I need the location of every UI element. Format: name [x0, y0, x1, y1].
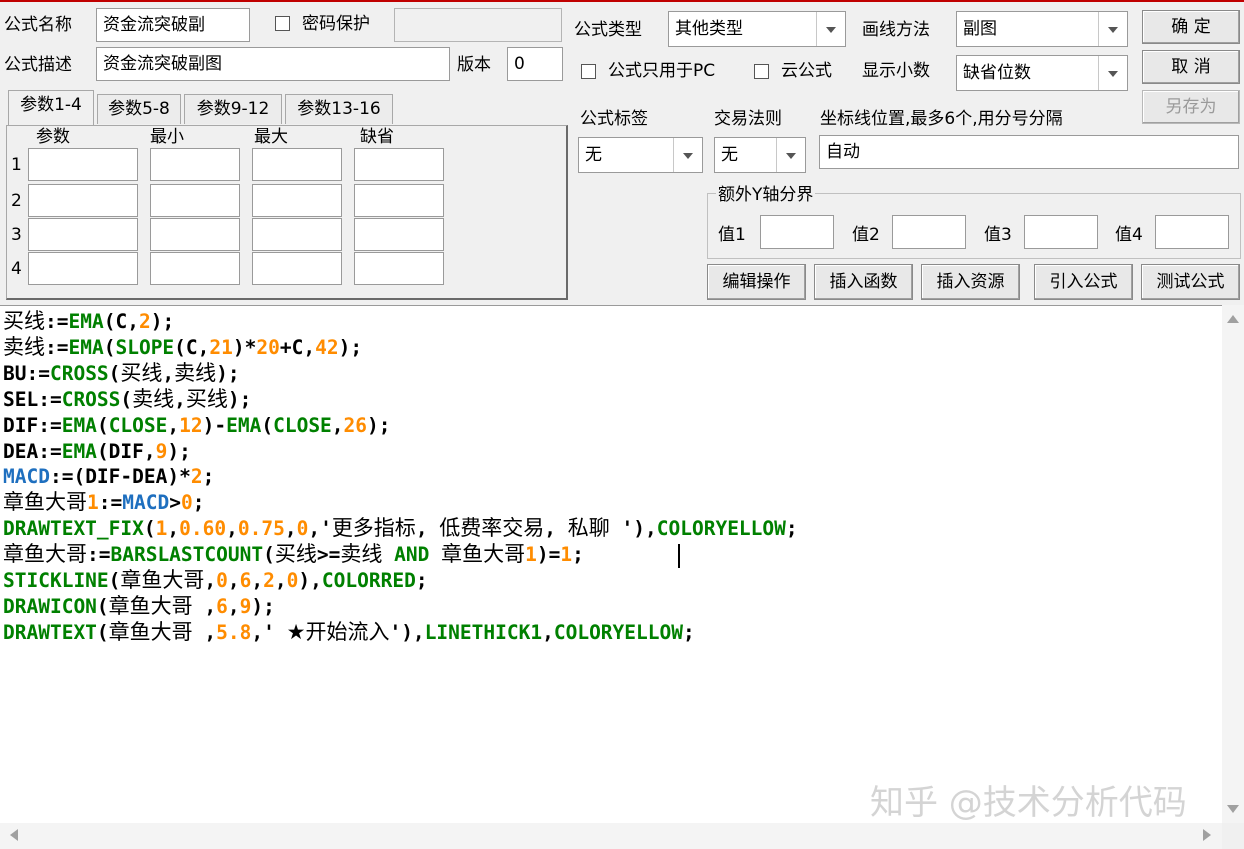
value1-label: 值1 — [718, 225, 746, 245]
value4-input[interactable] — [1155, 215, 1229, 249]
decimals-label: 显示小数 — [862, 61, 930, 81]
password-input — [394, 8, 562, 42]
value2-label: 值2 — [852, 225, 880, 245]
chevron-down-icon[interactable] — [673, 138, 702, 172]
pc-only-checkbox[interactable] — [581, 64, 596, 79]
formula-tag-label: 公式标签 — [580, 109, 648, 129]
param-1-name-input[interactable] — [28, 148, 138, 181]
formula-tag-value: 无 — [585, 145, 602, 165]
tab-params-5-8[interactable]: 参数5-8 — [97, 94, 181, 124]
formula-desc-label: 公式描述 — [4, 55, 72, 75]
param-4-max-input[interactable] — [252, 252, 342, 285]
password-label: 密码保护 — [302, 14, 370, 34]
scroll-up-icon[interactable] — [1227, 315, 1239, 323]
draw-method-value: 副图 — [963, 19, 997, 39]
ok-button[interactable]: 确 定 — [1142, 10, 1240, 44]
import-formula-button[interactable]: 引入公式 — [1034, 264, 1133, 300]
code-editor[interactable]: 买线:=EMA(C,2); 卖线:=EMA(SLOPE(C,21)*20+C,4… — [0, 305, 1244, 849]
text-cursor — [678, 544, 680, 568]
param-row-number: 2 — [11, 191, 22, 211]
value1-input[interactable] — [760, 215, 834, 249]
vertical-scrollbar[interactable] — [1222, 305, 1244, 823]
formula-tag-select[interactable]: 无 — [578, 137, 703, 173]
draw-method-select[interactable]: 副图 — [956, 11, 1128, 47]
cloud-formula-label: 云公式 — [781, 61, 832, 81]
scroll-down-icon[interactable] — [1227, 805, 1239, 813]
param-2-name-input[interactable] — [28, 184, 138, 217]
param-header-min: 最小 — [150, 127, 184, 147]
param-row-number: 3 — [11, 225, 22, 245]
tab-params-9-12[interactable]: 参数9-12 — [184, 94, 282, 124]
decimals-value: 缺省位数 — [963, 63, 1031, 83]
scroll-left-icon[interactable] — [10, 829, 18, 841]
param-2-min-input[interactable] — [150, 184, 240, 217]
param-2-default-input[interactable] — [354, 184, 444, 217]
insert-resource-button[interactable]: 插入资源 — [921, 264, 1020, 300]
formula-name-label: 公式名称 — [4, 15, 72, 35]
version-input[interactable]: 0 — [507, 47, 563, 81]
param-row-number: 4 — [11, 259, 22, 279]
formula-type-value: 其他类型 — [675, 19, 743, 39]
horizontal-scrollbar[interactable] — [0, 823, 1222, 849]
coord-line-label: 坐标线位置,最多6个,用分号分隔 — [820, 109, 1063, 129]
tab-params-13-16[interactable]: 参数13-16 — [285, 94, 393, 124]
param-1-max-input[interactable] — [252, 148, 342, 181]
value4-label: 值4 — [1115, 225, 1143, 245]
draw-method-label: 画线方法 — [862, 20, 930, 40]
value2-input[interactable] — [892, 215, 966, 249]
param-header-name: 参数 — [36, 127, 70, 147]
password-checkbox[interactable] — [275, 16, 290, 31]
extra-y-axis-label: 额外Y轴分界 — [716, 182, 816, 208]
watermark: 知乎 @技术分析代码 — [870, 783, 1187, 823]
formula-desc-input[interactable]: 资金流突破副图 — [96, 47, 450, 81]
chevron-down-icon[interactable] — [1098, 56, 1127, 90]
code-text[interactable]: 买线:=EMA(C,2); 卖线:=EMA(SLOPE(C,21)*20+C,4… — [3, 309, 798, 646]
trade-rule-select[interactable]: 无 — [714, 137, 806, 173]
formula-name-input[interactable]: 资金流突破副 — [96, 8, 250, 42]
window-top-border — [0, 0, 1244, 2]
param-4-default-input[interactable] — [354, 252, 444, 285]
param-2-max-input[interactable] — [252, 184, 342, 217]
cancel-button[interactable]: 取 消 — [1142, 50, 1240, 84]
pc-only-label: 公式只用于PC — [608, 61, 716, 81]
param-header-default: 缺省 — [360, 127, 394, 147]
edit-operations-button[interactable]: 编辑操作 — [707, 264, 806, 300]
coord-line-input[interactable]: 自动 — [819, 135, 1239, 169]
param-header-max: 最大 — [254, 127, 288, 147]
value3-label: 值3 — [984, 225, 1012, 245]
param-3-min-input[interactable] — [150, 218, 240, 251]
scroll-right-icon[interactable] — [1203, 829, 1211, 841]
param-3-default-input[interactable] — [354, 218, 444, 251]
trade-rule-label: 交易法则 — [714, 109, 782, 129]
chevron-down-icon[interactable] — [816, 12, 845, 46]
tab-params-1-4[interactable]: 参数1-4 — [8, 90, 94, 126]
param-3-name-input[interactable] — [28, 218, 138, 251]
chevron-down-icon[interactable] — [1098, 12, 1127, 46]
trade-rule-value: 无 — [721, 145, 738, 165]
param-3-max-input[interactable] — [252, 218, 342, 251]
param-1-min-input[interactable] — [150, 148, 240, 181]
cloud-formula-checkbox[interactable] — [754, 64, 769, 79]
formula-type-select[interactable]: 其他类型 — [668, 11, 846, 47]
decimals-select[interactable]: 缺省位数 — [956, 55, 1128, 91]
chevron-down-icon[interactable] — [776, 138, 805, 172]
insert-function-button[interactable]: 插入函数 — [814, 264, 913, 300]
param-4-name-input[interactable] — [28, 252, 138, 285]
param-row-number: 1 — [11, 155, 22, 175]
test-formula-button[interactable]: 测试公式 — [1141, 264, 1240, 300]
param-4-min-input[interactable] — [150, 252, 240, 285]
save-as-button: 另存为 — [1142, 90, 1240, 124]
version-label: 版本 — [457, 55, 491, 75]
scrollbar-corner — [1222, 823, 1244, 849]
formula-type-label: 公式类型 — [574, 20, 642, 40]
param-1-default-input[interactable] — [354, 148, 444, 181]
value3-input[interactable] — [1024, 215, 1098, 249]
